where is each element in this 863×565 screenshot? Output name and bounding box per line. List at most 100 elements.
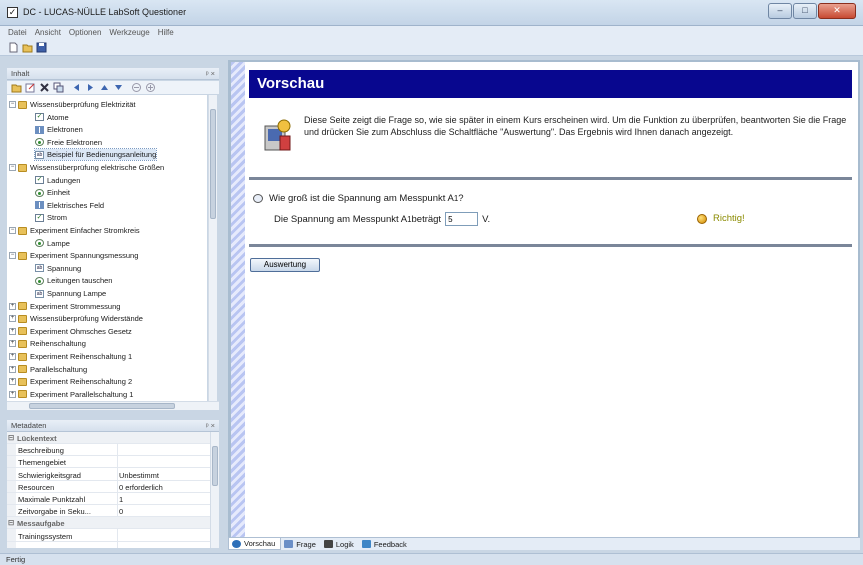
tree-item[interactable]: ✓ Atome	[35, 112, 69, 123]
collapse-icon[interactable]: −	[9, 101, 16, 108]
metadata-row[interactable]: Zeitvorgabe in Seku... 0	[7, 505, 210, 518]
tree-folder[interactable]: + Experiment Reihenschaltung 2	[9, 376, 132, 387]
tree-item[interactable]: Elektronen	[35, 124, 83, 135]
folder-icon	[18, 352, 27, 361]
tree-folder[interactable]: + Reihenschaltung	[9, 338, 86, 349]
metadata-value[interactable]: 0 erforderlich	[119, 483, 163, 492]
answer-prefix: Die Spannung am Messpunkt A	[274, 213, 408, 225]
tab-feedback[interactable]: Feedback	[359, 538, 412, 550]
tab-logik[interactable]: Logik	[321, 538, 359, 550]
new-file-icon[interactable]	[8, 42, 19, 53]
content-panel-pin[interactable]: ᵖ ×	[206, 69, 215, 78]
copy-icon[interactable]	[53, 82, 64, 93]
tree-folder[interactable]: + Wissensüberprüfung Widerstände	[9, 313, 143, 324]
menu-datei[interactable]: Datei	[0, 26, 31, 39]
save-icon[interactable]	[36, 42, 47, 53]
new-folder-icon[interactable]	[11, 82, 22, 93]
tree-folder[interactable]: − Experiment Spannungsmessung	[9, 250, 138, 261]
evaluate-button[interactable]: Auswertung	[250, 258, 320, 272]
expand-icon[interactable]: +	[9, 302, 16, 310]
close-button[interactable]: ✕	[818, 3, 856, 19]
tree-horizontal-scrollbar[interactable]	[7, 401, 219, 410]
minimize-button[interactable]: –	[768, 3, 792, 19]
metadata-scroll-thumb[interactable]	[212, 446, 218, 486]
tree-scroll-thumb[interactable]	[210, 109, 216, 219]
expand-icon[interactable]: +	[9, 390, 16, 398]
expand-icon[interactable]	[145, 82, 156, 93]
expand-icon[interactable]: +	[9, 340, 16, 348]
open-folder-icon[interactable]	[22, 42, 33, 53]
metadata-key: Trainingssystem	[18, 531, 73, 541]
tree-item[interactable]: ✓ Strom	[35, 212, 67, 223]
collapse-icon[interactable]	[131, 82, 142, 93]
menu-hilfe[interactable]: Hilfe	[154, 26, 178, 39]
tree-item-label: Spannung Lampe	[47, 289, 107, 298]
metadata-value[interactable]: 1	[119, 495, 123, 504]
tab-frage[interactable]: Frage	[281, 538, 321, 550]
menu-werkzeuge[interactable]: Werkzeuge	[105, 26, 153, 39]
expand-icon[interactable]: +	[9, 315, 16, 323]
app-icon[interactable]: ✓	[7, 7, 18, 18]
move-right-icon[interactable]	[85, 82, 96, 93]
metadata-row[interactable]: Resourcen 0 erforderlich	[7, 481, 210, 493]
menu-optionen[interactable]: Optionen	[65, 26, 105, 39]
tree-folder[interactable]: − Wissensüberprüfung Elektrizität	[9, 99, 135, 110]
edit-icon[interactable]	[25, 82, 36, 93]
question-icon	[284, 540, 294, 548]
move-down-icon[interactable]	[113, 82, 124, 93]
collapse-icon[interactable]: ⊟	[8, 518, 14, 527]
tree-folder[interactable]: + Experiment Strommessung	[9, 301, 120, 312]
tree-item[interactable]: Leitungen tauschen	[35, 275, 112, 286]
expand-icon[interactable]: +	[9, 353, 16, 360]
menu-bar: Datei Ansicht Optionen Werkzeuge Hilfe	[0, 26, 863, 40]
tree-folder[interactable]: − Wissensüberprüfung elektrische Größen	[9, 162, 164, 173]
fill-in-question-icon: ab	[35, 289, 44, 298]
metadata-value[interactable]: 0	[119, 507, 123, 516]
collapse-icon[interactable]: −	[9, 227, 16, 234]
metadata-category[interactable]: ⊟ Lückentext	[7, 432, 210, 444]
tree-item[interactable]: Einheit	[35, 187, 70, 198]
tree-item[interactable]: ab Spannung	[35, 263, 81, 274]
feedback-icon	[361, 540, 371, 548]
collapse-icon[interactable]: −	[9, 252, 16, 260]
metadata-panel-pin[interactable]: ᵖ ×	[206, 421, 215, 430]
delete-icon[interactable]	[39, 82, 50, 93]
tab-vorschau[interactable]: Vorschau	[228, 538, 282, 550]
move-left-icon[interactable]	[71, 82, 82, 93]
tree-item[interactable]: Freie Elektronen	[35, 137, 102, 148]
move-up-icon[interactable]	[99, 82, 110, 93]
content-panel-title: Inhalt	[11, 69, 30, 78]
metadata-key: Zeitvorgabe in Seku...	[18, 507, 91, 517]
answer-input[interactable]	[445, 212, 479, 226]
tree-item[interactable]: ✓ Ladungen	[35, 175, 80, 186]
metadata-row[interactable]: Schwierigkeitsgrad Unbestimmt	[7, 469, 210, 481]
tree-folder[interactable]: + Experiment Parallelschaltung 1	[9, 389, 133, 400]
expand-icon[interactable]: +	[9, 365, 16, 373]
metadata-scrollbar[interactable]	[210, 432, 219, 548]
tree-item[interactable]: Elektrisches Feld	[35, 200, 104, 211]
tree-hscroll-thumb[interactable]	[29, 403, 175, 409]
radio-question-icon	[35, 276, 44, 285]
menu-ansicht[interactable]: Ansicht	[31, 26, 65, 39]
expand-icon[interactable]: +	[9, 378, 16, 386]
metadata-category[interactable]: ⊟ Messaufgabe	[7, 517, 210, 530]
tree-vertical-scrollbar[interactable]	[208, 95, 217, 401]
metadata-row[interactable]: Trainingssystem	[7, 530, 210, 542]
metadata-key: Themengebiet	[18, 458, 66, 468]
tree-folder[interactable]: + Experiment Reihenschaltung 1	[9, 351, 132, 362]
tree-folder[interactable]: + Parallelschaltung	[9, 364, 87, 375]
maximize-button[interactable]: □	[793, 3, 817, 19]
tree-item[interactable]: ab Beispiel für Bedienungsanleitung	[33, 148, 158, 162]
tree-folder[interactable]: + Experiment Ohmsches Gesetz	[9, 326, 132, 337]
tree-item[interactable]: ab Spannung Lampe	[35, 288, 106, 299]
metadata-row[interactable]: Themengebiet	[7, 456, 210, 469]
metadata-row[interactable]: Beschreibung	[7, 444, 210, 457]
tree-folder[interactable]: − Experiment Einfacher Stromkreis	[9, 225, 140, 236]
question-suffix: ?	[458, 193, 464, 204]
metadata-row[interactable]: Maximale Punktzahl 1	[7, 493, 210, 505]
metadata-value[interactable]: Unbestimmt	[119, 471, 159, 480]
collapse-icon[interactable]: −	[9, 164, 16, 171]
collapse-icon[interactable]: ⊟	[8, 433, 14, 442]
tree-item[interactable]: Lampe	[35, 238, 70, 249]
expand-icon[interactable]: +	[9, 327, 16, 335]
